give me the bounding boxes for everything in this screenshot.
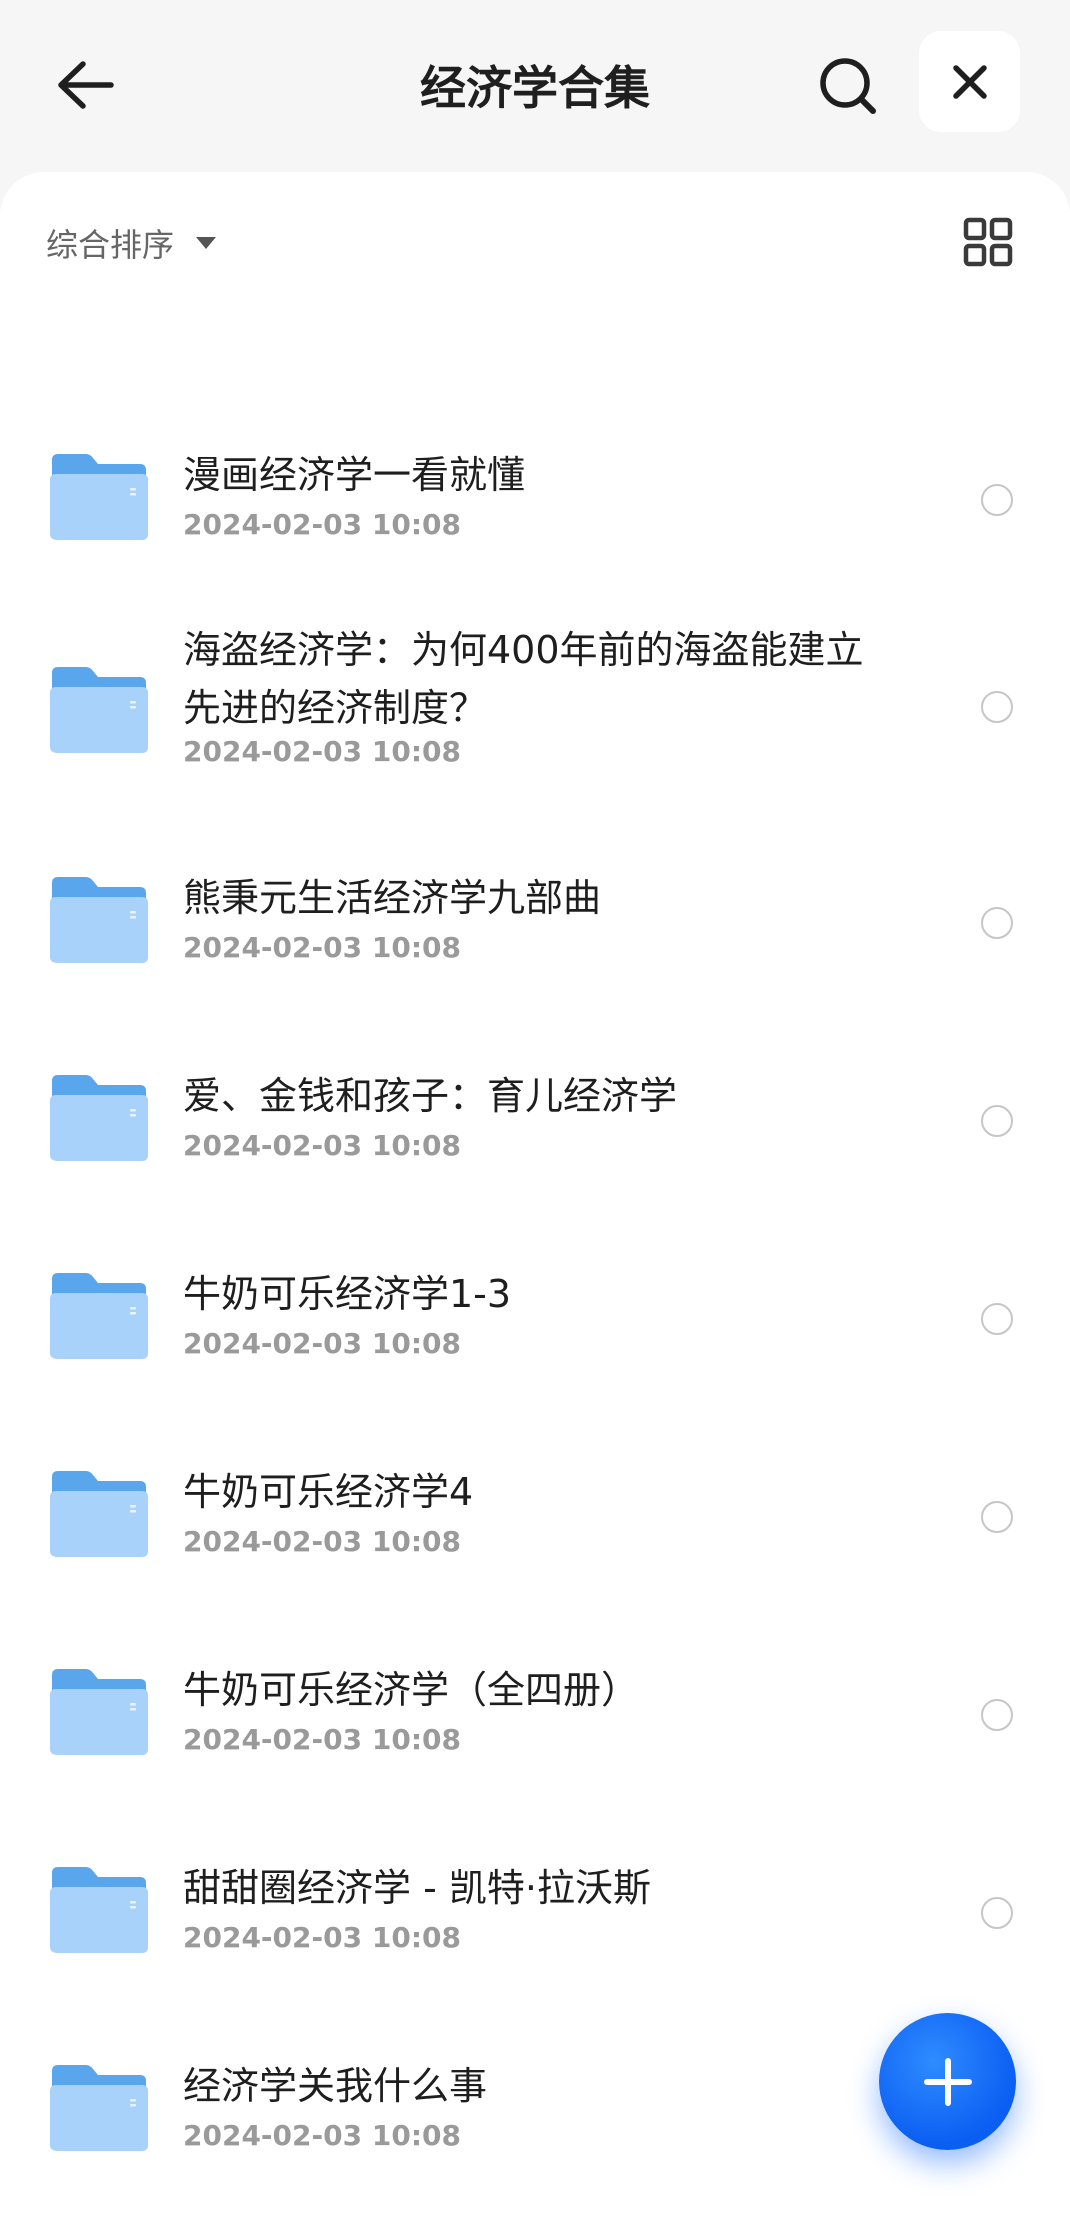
search-button[interactable] bbox=[800, 38, 894, 132]
radio-circle-icon[interactable] bbox=[981, 484, 1013, 516]
list-item[interactable]: 海盗经济学：为何400年前的海盗能建立先进的经济制度？ 2024-02-03 10… bbox=[0, 591, 1070, 821]
item-title: 甜甜圈经济学 - 凯特·拉沃斯 bbox=[183, 1866, 651, 1910]
plus-icon bbox=[923, 2057, 972, 2106]
search-icon bbox=[820, 58, 876, 114]
folder-icon bbox=[50, 1273, 148, 1359]
item-title: 漫画经济学一看就懂 bbox=[183, 453, 526, 497]
close-icon bbox=[952, 64, 987, 99]
list-item[interactable]: 牛奶可乐经济学4 2024-02-03 10:08 bbox=[0, 1429, 1070, 1609]
sort-dropdown[interactable]: 综合排序 bbox=[46, 218, 217, 268]
radio-circle-icon[interactable] bbox=[981, 1897, 1013, 1929]
sort-label: 综合排序 bbox=[46, 226, 175, 264]
item-date: 2024-02-03 10:08 bbox=[183, 735, 461, 768]
list-item[interactable]: 牛奶可乐经济学（全四册） 2024-02-03 10:08 bbox=[0, 1627, 1070, 1807]
item-title: 海盗经济学：为何400年前的海盗能建立先进的经济制度？ bbox=[183, 628, 864, 730]
radio-circle-icon[interactable] bbox=[981, 907, 1013, 939]
item-date: 2024-02-03 10:08 bbox=[183, 1327, 461, 1360]
folder-icon bbox=[50, 877, 148, 963]
item-date: 2024-02-03 10:08 bbox=[183, 508, 461, 541]
item-title: 爱、金钱和孩子：育儿经济学 bbox=[183, 1074, 678, 1118]
radio-circle-icon[interactable] bbox=[981, 1303, 1013, 1335]
top-bar: 经济学合集 bbox=[0, 0, 1070, 170]
list-item[interactable]: 牛奶可乐经济学1-3 2024-02-03 10:08 bbox=[0, 1231, 1070, 1411]
page-title: 经济学合集 bbox=[420, 61, 650, 115]
item-title: 牛奶可乐经济学（全四册） bbox=[183, 1668, 640, 1712]
folder-icon bbox=[50, 2065, 148, 2151]
item-title: 牛奶可乐经济学4 bbox=[183, 1470, 474, 1514]
radio-circle-icon[interactable] bbox=[981, 1105, 1013, 1137]
radio-circle-icon[interactable] bbox=[981, 1501, 1013, 1533]
item-title: 经济学关我什么事 bbox=[183, 2064, 488, 2108]
folder-icon bbox=[50, 1867, 148, 1953]
add-button[interactable] bbox=[879, 2013, 1016, 2150]
folder-icon bbox=[50, 1075, 148, 1161]
folder-icon bbox=[50, 1471, 148, 1557]
item-date: 2024-02-03 10:08 bbox=[183, 1723, 461, 1756]
item-date: 2024-02-03 10:08 bbox=[183, 1525, 461, 1558]
grid-view-icon bbox=[963, 217, 1013, 267]
folder-icon bbox=[50, 454, 148, 540]
radio-circle-icon[interactable] bbox=[981, 1699, 1013, 1731]
list-item[interactable]: 漫画经济学一看就懂 2024-02-03 10:08 bbox=[0, 412, 1070, 592]
item-title: 牛奶可乐经济学1-3 bbox=[183, 1272, 512, 1316]
item-date: 2024-02-03 10:08 bbox=[183, 1129, 461, 1162]
list-item[interactable]: 熊秉元生活经济学九部曲 2024-02-03 10:08 bbox=[0, 835, 1070, 1015]
folder-icon bbox=[50, 667, 148, 753]
item-date: 2024-02-03 10:08 bbox=[183, 1921, 461, 1954]
grid-view-button[interactable] bbox=[958, 212, 1018, 272]
list-item[interactable]: 甜甜圈经济学 - 凯特·拉沃斯 2024-02-03 10:08 bbox=[0, 1825, 1070, 2005]
file-panel: 2024-02-03 10:08 漫画经济学一看就懂 2024-02-03 10:0… bbox=[0, 172, 1070, 2232]
close-button[interactable] bbox=[919, 31, 1020, 132]
item-date: 2024-02-03 10:08 bbox=[183, 2119, 461, 2152]
caret-down-icon bbox=[196, 237, 217, 249]
sort-toolbar: 综合排序 bbox=[0, 172, 1070, 297]
radio-circle-icon[interactable] bbox=[981, 691, 1013, 723]
item-title: 熊秉元生活经济学九部曲 bbox=[183, 876, 602, 920]
list-item[interactable]: 爱、金钱和孩子：育儿经济学 2024-02-03 10:08 bbox=[0, 1033, 1070, 1213]
folder-icon bbox=[50, 1669, 148, 1755]
item-date: 2024-02-03 10:08 bbox=[183, 931, 461, 964]
